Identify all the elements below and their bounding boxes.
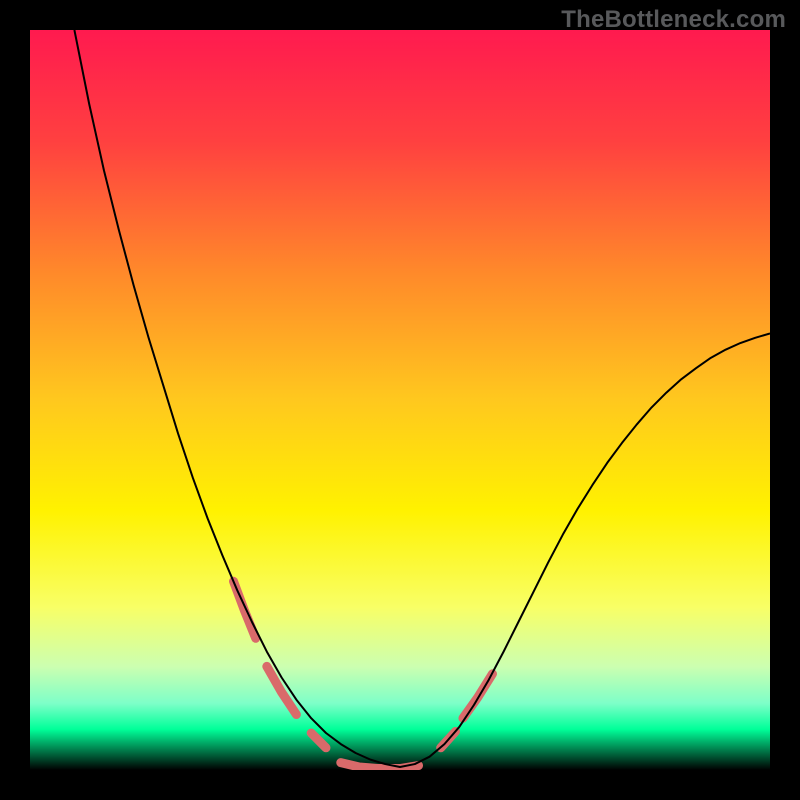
chart-frame: TheBottleneck.com	[0, 0, 800, 800]
watermark-text: TheBottleneck.com	[561, 6, 786, 34]
bottleneck-plot	[30, 30, 770, 770]
plot-area	[30, 30, 770, 770]
